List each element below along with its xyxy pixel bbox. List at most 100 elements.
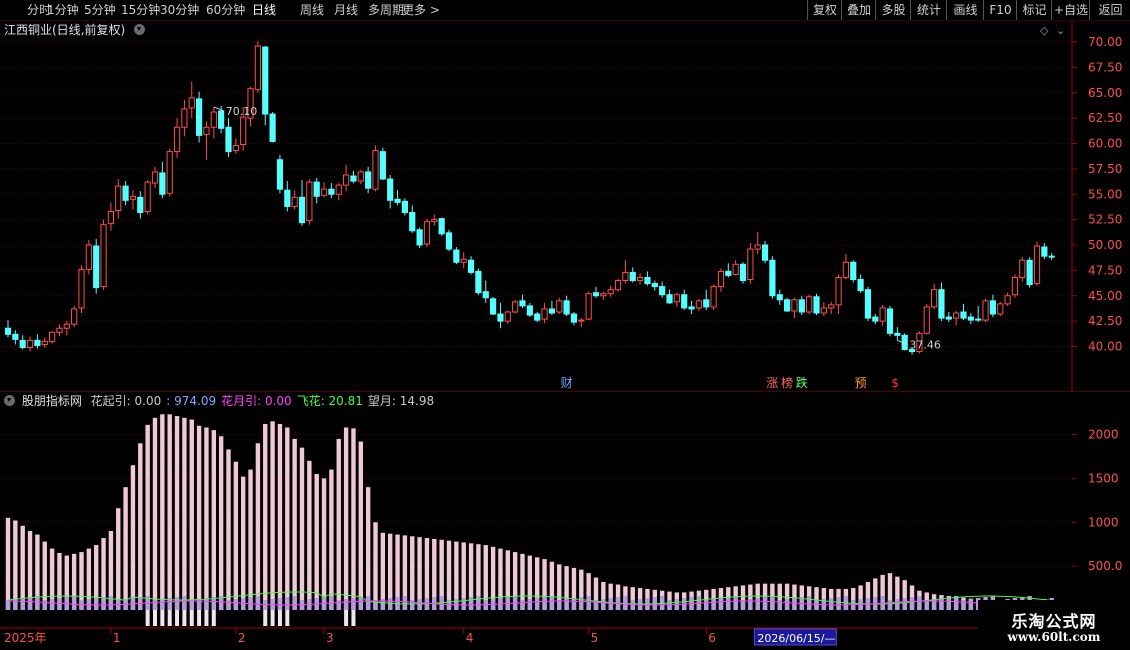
candle [960, 303, 967, 321]
date-cursor-label: 2026/06/15/— [757, 632, 835, 645]
candle [93, 238, 100, 294]
base-bar [557, 600, 562, 610]
indicator-bar [454, 541, 459, 610]
candle [644, 271, 651, 286]
indicator-bar [57, 552, 62, 610]
candle [637, 273, 644, 285]
negative-bar [175, 610, 180, 626]
base-bar [285, 597, 290, 610]
price-tick-label-9: 62.50 [1088, 111, 1122, 125]
base-bar [652, 597, 657, 610]
base-bar [233, 599, 239, 610]
candle-body [34, 339, 41, 346]
indicator-bar [351, 428, 356, 610]
candle [19, 335, 26, 350]
candle-body [129, 195, 137, 200]
indicator-bar [395, 534, 400, 610]
base-bar [299, 600, 305, 610]
candle-body [592, 292, 600, 297]
candle-body [1033, 245, 1041, 285]
indicator-bar [483, 545, 488, 610]
candle-body [541, 308, 548, 320]
candle [747, 242, 754, 284]
candle [1011, 274, 1019, 298]
candle [416, 227, 423, 249]
candle-body [548, 308, 555, 314]
base-bar [799, 597, 804, 610]
base-bar [160, 599, 165, 610]
base-bar [410, 600, 415, 610]
indicator-bar [138, 443, 143, 610]
candle-body [401, 200, 408, 214]
base-bar [755, 598, 760, 610]
indicator-tick-label-1: 1000 [1088, 515, 1119, 529]
candle-body [850, 261, 857, 281]
base-bar [718, 598, 724, 610]
base-bar [740, 600, 746, 610]
indicator-bar [608, 583, 613, 610]
candle-body [945, 316, 952, 320]
base-bar [307, 599, 312, 610]
candle [107, 202, 115, 231]
indicator-bar [410, 536, 415, 610]
base-bar [329, 596, 334, 610]
base-bar [704, 600, 709, 610]
negative-bar [211, 610, 216, 626]
base-bar [189, 600, 194, 610]
indicator-bar [446, 540, 452, 610]
indicator-bar [336, 438, 341, 610]
candle [276, 154, 284, 194]
indicator-bar [270, 421, 275, 610]
indicator-bar [829, 588, 834, 610]
negative-bars [145, 610, 356, 626]
candle [681, 289, 688, 310]
candle [78, 265, 85, 314]
base-bar [630, 600, 635, 610]
date-label-5: 5 [591, 631, 599, 645]
base-bar [865, 598, 871, 610]
candle [372, 145, 379, 192]
price-chart[interactable]: 40.00 42.50 45.00 47.50 50.00 52.50 55.00 57.50… [0, 0, 1130, 392]
candle [41, 337, 48, 348]
base-bar [196, 599, 202, 610]
candle [570, 311, 578, 326]
base-bar [351, 598, 356, 610]
base-bar [27, 597, 33, 610]
base-bar [226, 600, 231, 610]
indicator-bar [468, 543, 474, 610]
price-tick-label-10: 65.00 [1088, 86, 1122, 100]
base-bar [204, 598, 209, 610]
candle [673, 292, 680, 307]
base-bar [520, 600, 525, 610]
watermark-title: 乐淘公式网 [1011, 612, 1097, 631]
base-bar [241, 598, 246, 610]
indicator-bar [174, 416, 180, 610]
candle [717, 268, 725, 292]
indicator-title[interactable]: 股朋指标网 花起引: 0.00: 974.09 花月引: 0.00 飞花: 20.8… [4, 392, 434, 409]
indicator-bar [373, 522, 378, 610]
candle [173, 118, 181, 158]
indicator-bar [71, 553, 77, 610]
base-bar [659, 596, 665, 610]
candle-body [372, 150, 379, 190]
candle-body [328, 188, 335, 195]
indicator-dropdown-icon[interactable] [4, 395, 15, 406]
indicator-bar [784, 583, 790, 610]
indicator-bar [79, 552, 84, 610]
candle-body [864, 289, 872, 319]
indicator-bar [263, 423, 268, 610]
base-bar [880, 596, 885, 610]
indicator-bar [799, 585, 804, 610]
indicator-bar [924, 592, 929, 610]
indicator-bar [659, 590, 665, 610]
candle [989, 294, 996, 318]
candle [754, 231, 761, 255]
negative-bar [270, 610, 275, 626]
candle-body [284, 189, 291, 207]
indicator-bar [204, 427, 209, 610]
base-bar [461, 598, 466, 610]
indicator-bar [64, 555, 69, 610]
indicator-bar [711, 588, 716, 610]
base-bar [270, 599, 275, 610]
candle [350, 170, 357, 184]
